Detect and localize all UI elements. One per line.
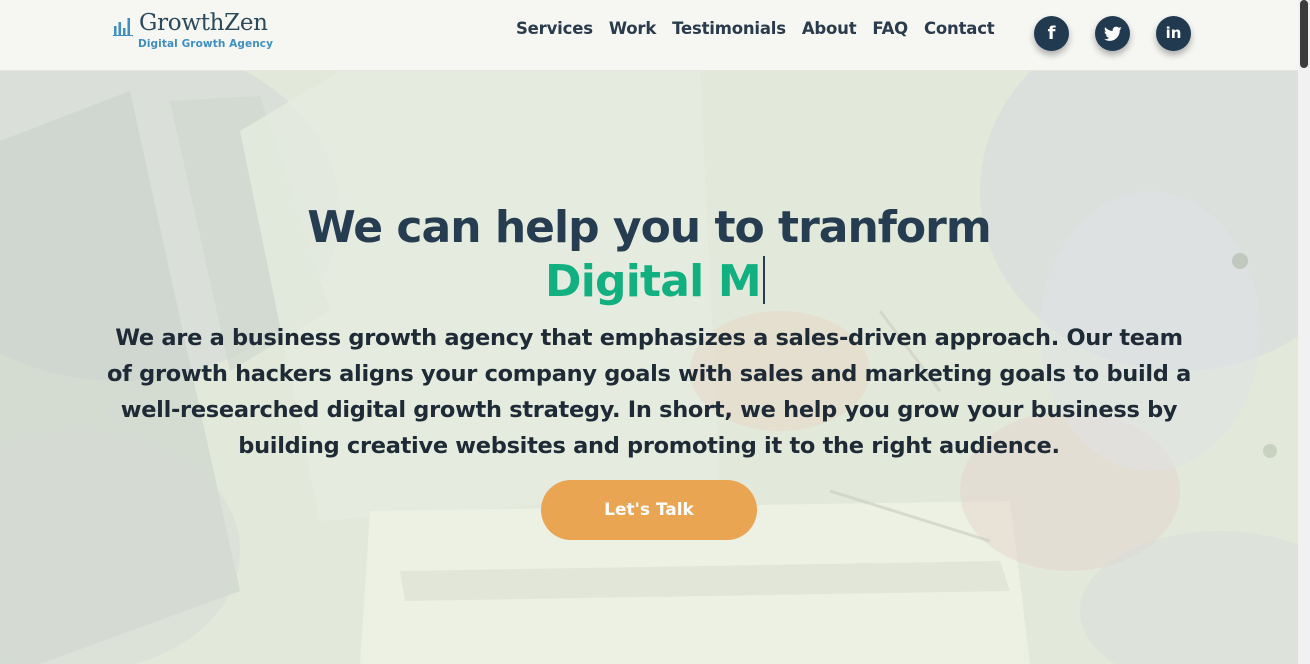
main-nav: Services Work Testimonials About FAQ Con… <box>516 19 1010 38</box>
twitter-button[interactable] <box>1095 16 1130 51</box>
linkedin-button[interactable]: in <box>1156 16 1191 51</box>
logo-tagline: Digital Growth Agency <box>138 38 274 50</box>
hero-description: We are a business growth agency that emp… <box>106 325 1192 459</box>
lets-talk-button[interactable]: Let's Talk <box>541 480 757 540</box>
scrollbar-thumb[interactable] <box>1300 0 1308 68</box>
bar-chart-icon <box>113 18 133 36</box>
linkedin-icon: in <box>1165 24 1182 42</box>
nav-testimonials[interactable]: Testimonials <box>672 19 786 38</box>
twitter-icon <box>1103 26 1122 41</box>
logo[interactable]: GrowthZen Digital Growth Agency <box>113 10 273 54</box>
nav-about[interactable]: About <box>802 19 857 38</box>
scrollbar[interactable] <box>1298 0 1310 664</box>
hero-section: We can help you to tranform Digital M We… <box>0 71 1298 664</box>
facebook-button[interactable]: f <box>1034 16 1069 51</box>
hero-typed-text: Digital M <box>545 255 765 309</box>
nav-services[interactable]: Services <box>516 19 593 38</box>
hero-title: We can help you to tranform <box>307 202 991 253</box>
typing-cursor <box>762 256 765 304</box>
facebook-icon: f <box>1047 22 1056 44</box>
nav-faq[interactable]: FAQ <box>872 19 908 38</box>
nav-contact[interactable]: Contact <box>924 19 995 38</box>
typed-text: Digital M <box>545 256 762 307</box>
site-header: GrowthZen Digital Growth Agency Services… <box>0 0 1298 71</box>
logo-name: GrowthZen <box>139 10 268 36</box>
nav-work[interactable]: Work <box>609 19 656 38</box>
